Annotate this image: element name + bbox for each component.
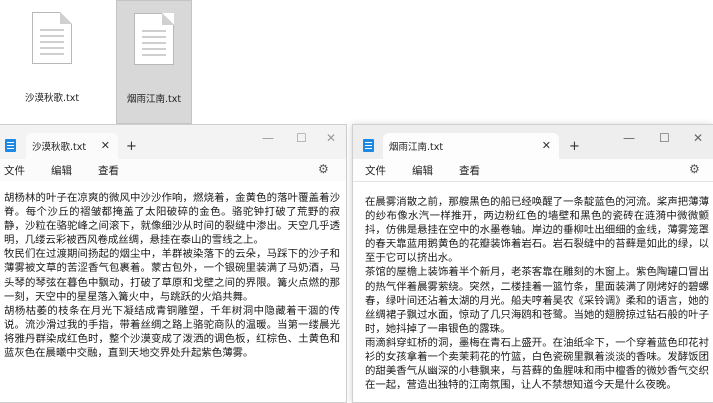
menu-file[interactable]: 文件: [4, 163, 25, 178]
close-button[interactable]: ✕: [693, 131, 703, 145]
tab-shamo-qiuge[interactable]: 沙漠秋歌.txt ✕: [26, 133, 118, 159]
text-paragraph: 茶馆的屋檐上装饰着半个新月，老茶客靠在雕刻的木窗上。紫色陶罐口冒出的热气伴着晨雾…: [365, 266, 709, 335]
text-paragraph: 在晨雾消散之前，那艘黑色的船已经唤醒了一条靛蓝色的河流。桨声把薄薄的纱布像水汽一…: [365, 196, 709, 265]
text-editor-area[interactable]: 胡杨林的叶子在凉爽的微风中沙沙作响，燃烧着，金黄色的落叶覆盖着沙脊。每个沙丘的褶…: [0, 181, 346, 360]
title-bar[interactable]: 沙漠秋歌.txt ✕ + — ☐ ✕: [0, 125, 346, 159]
tab-title: 烟雨江南.txt: [389, 142, 444, 153]
tab-title: 沙漠秋歌.txt: [32, 142, 87, 153]
minimize-button[interactable]: —: [623, 131, 635, 145]
menu-bar: 文件 编辑 查看 ⚙: [0, 159, 346, 181]
menu-view[interactable]: 查看: [459, 163, 480, 178]
new-tab-button[interactable]: +: [126, 139, 137, 154]
tab-yanyu-jiangnan[interactable]: 烟雨江南.txt ✕: [383, 133, 559, 159]
minimize-button[interactable]: —: [262, 131, 274, 145]
tab-close-icon[interactable]: ✕: [542, 139, 551, 152]
tab-close-icon[interactable]: ✕: [101, 139, 110, 152]
text-paragraph: 雨滴斜穿虹桥的洞，墨梅在青石上盛开。在油纸伞下，一个穿着蓝色印花衬衫的女孩拿着一…: [365, 336, 709, 392]
maximize-button[interactable]: ☐: [296, 131, 307, 145]
text-file-icon: [32, 12, 72, 64]
notepad-app-icon: [363, 139, 374, 152]
menu-bar: 文件 编辑 查看 ⚙: [353, 159, 713, 181]
menu-edit[interactable]: 编辑: [412, 163, 433, 178]
menu-view[interactable]: 查看: [98, 163, 119, 178]
text-paragraph: 牧民们在过渡期间扬起的烟尘中，羊群被染落下的云朵，马踩下的沙子和薄雾被文草的苦涩…: [4, 248, 340, 303]
new-tab-button[interactable]: +: [569, 139, 580, 154]
menu-edit[interactable]: 编辑: [51, 163, 72, 178]
menu-file[interactable]: 文件: [365, 163, 386, 178]
text-paragraph: 胡杨枯萎的枝条在月光下凝结成青铜雕塑，千年树洞中隐藏着干涸的传说。流沙滑过我的手…: [4, 304, 340, 360]
notepad-window-right: 烟雨江南.txt ✕ + — ☐ ✕ 文件 编辑 查看 ⚙ 在晨雾消散之前，那艘…: [352, 124, 713, 403]
desktop-file-label: 烟雨江南.txt: [126, 94, 182, 105]
desktop-file-shamo-qiuge[interactable]: 沙漠秋歌.txt: [14, 0, 90, 124]
desktop-file-label: 沙漠秋歌.txt: [24, 93, 80, 104]
desktop-file-yanyu-jiangnan[interactable]: 烟雨江南.txt: [116, 0, 192, 124]
close-button[interactable]: ✕: [326, 131, 336, 145]
text-editor-area[interactable]: 在晨雾消散之前，那艘黑色的船已经唤醒了一条靛蓝色的河流。桨声把薄薄的纱布像水汽一…: [353, 181, 713, 392]
maximize-button[interactable]: ☐: [659, 131, 670, 145]
title-bar[interactable]: 烟雨江南.txt ✕ + — ☐ ✕: [353, 125, 713, 159]
settings-gear-icon[interactable]: ⚙: [689, 162, 700, 176]
notepad-app-icon: [5, 139, 16, 152]
text-paragraph: 胡杨林的叶子在凉爽的微风中沙沙作响，燃烧着，金黄色的落叶覆盖着沙脊。每个沙丘的褶…: [4, 192, 340, 247]
text-file-icon: [134, 13, 174, 65]
notepad-window-left: 沙漠秋歌.txt ✕ + — ☐ ✕ 文件 编辑 查看 ⚙ 胡杨林的叶子在凉爽的…: [0, 124, 347, 403]
settings-gear-icon[interactable]: ⚙: [318, 162, 329, 176]
